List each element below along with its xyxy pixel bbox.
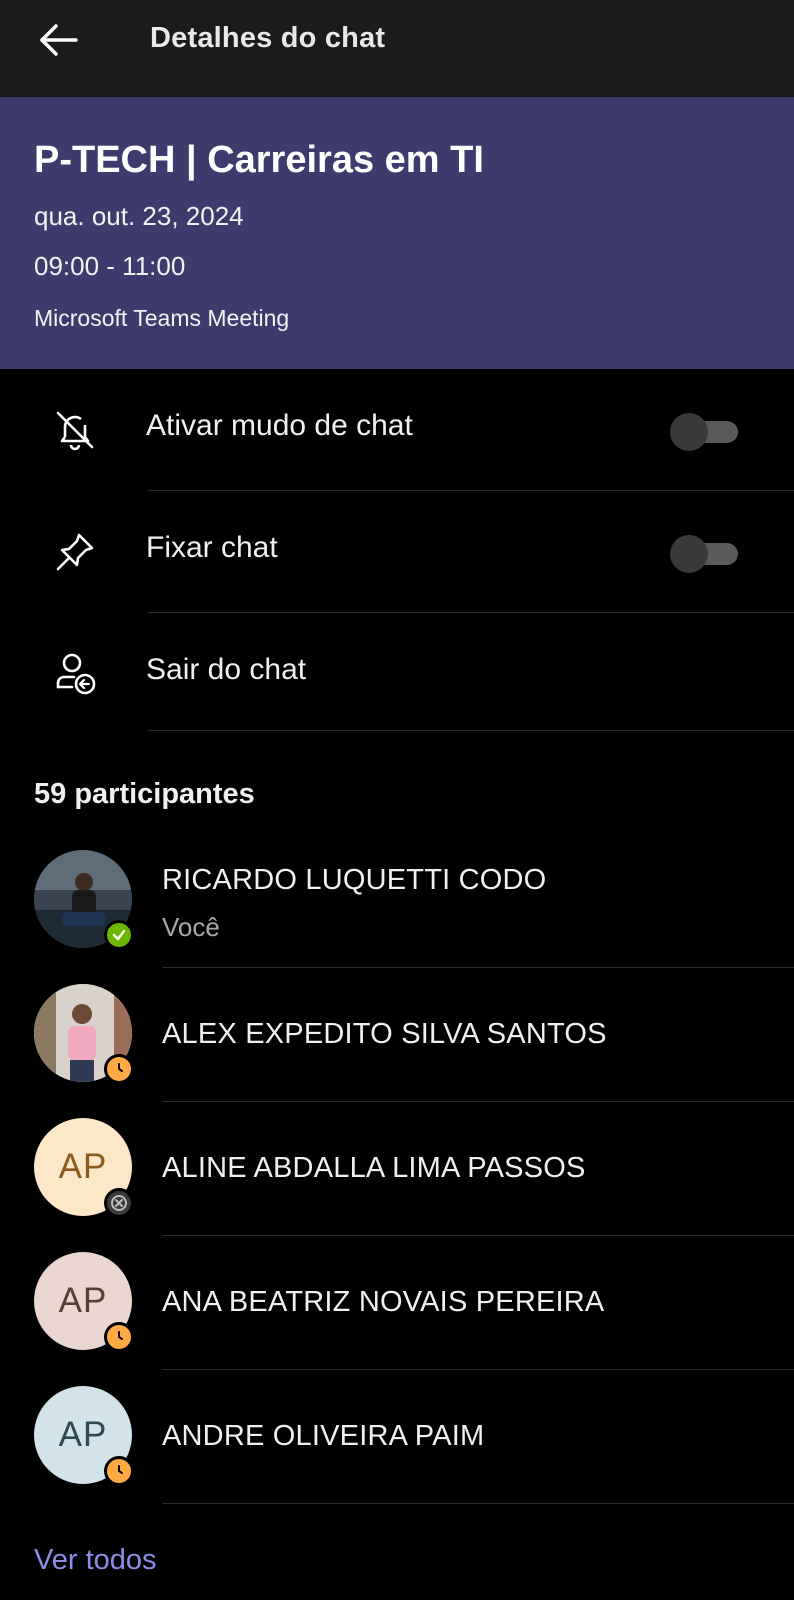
participant-name: ANDRE OLIVEIRA PAIM xyxy=(162,1420,485,1452)
see-all-link[interactable]: Ver todos xyxy=(34,1544,157,1577)
participants-count: 59 participantes xyxy=(34,778,255,810)
leave-chat-label: Sair do chat xyxy=(146,653,307,686)
participant-name: ANA BEATRIZ NOVAIS PEREIRA xyxy=(162,1286,605,1318)
participant-row[interactable]: AP ALINE ABDALLA LIMA PASSOS xyxy=(0,1102,794,1236)
meeting-time: 09:00 - 11:00 xyxy=(34,251,186,281)
participant-row[interactable]: ALEX EXPEDITO SILVA SANTOS xyxy=(0,968,794,1102)
pin-icon xyxy=(56,533,94,571)
person-leave-icon xyxy=(56,653,96,695)
status-away-icon xyxy=(104,1322,134,1352)
mute-chat-toggle[interactable] xyxy=(670,413,738,451)
pin-chat-label: Fixar chat xyxy=(146,531,278,564)
status-available-icon xyxy=(104,920,134,950)
meeting-title: P-TECH | Carreiras em TI xyxy=(34,139,484,181)
meeting-type: Microsoft Teams Meeting xyxy=(34,305,290,331)
pin-chat-toggle[interactable] xyxy=(670,535,738,573)
leave-chat-row[interactable]: Sair do chat xyxy=(0,613,794,731)
page-title: Detalhes do chat xyxy=(150,22,386,54)
back-button[interactable] xyxy=(30,18,86,62)
status-offline-icon xyxy=(104,1188,134,1218)
participant-name: RICARDO LUQUETTI CODO xyxy=(162,864,547,896)
participant-name: ALINE ABDALLA LIMA PASSOS xyxy=(162,1152,586,1184)
mute-chat-row[interactable]: Ativar mudo de chat xyxy=(0,369,794,491)
participant-row[interactable]: AP ANA BEATRIZ NOVAIS PEREIRA xyxy=(0,1236,794,1370)
top-bar: Detalhes do chat xyxy=(0,0,794,97)
bell-off-icon xyxy=(56,411,94,451)
divider xyxy=(148,730,794,731)
participant-row[interactable]: AP ANDRE OLIVEIRA PAIM xyxy=(0,1370,794,1504)
divider xyxy=(162,1503,794,1504)
status-away-icon xyxy=(104,1054,134,1084)
participant-name: ALEX EXPEDITO SILVA SANTOS xyxy=(162,1018,607,1050)
arrow-left-icon xyxy=(40,24,78,56)
meeting-date: qua. out. 23, 2024 xyxy=(34,201,244,231)
participant-row[interactable]: RICARDO LUQUETTI CODO Você xyxy=(0,834,794,968)
mute-chat-label: Ativar mudo de chat xyxy=(146,409,413,442)
status-away-icon xyxy=(104,1456,134,1486)
meeting-info-card: P-TECH | Carreiras em TI qua. out. 23, 2… xyxy=(0,97,794,369)
participant-subtitle: Você xyxy=(162,912,220,942)
pin-chat-row[interactable]: Fixar chat xyxy=(0,491,794,613)
